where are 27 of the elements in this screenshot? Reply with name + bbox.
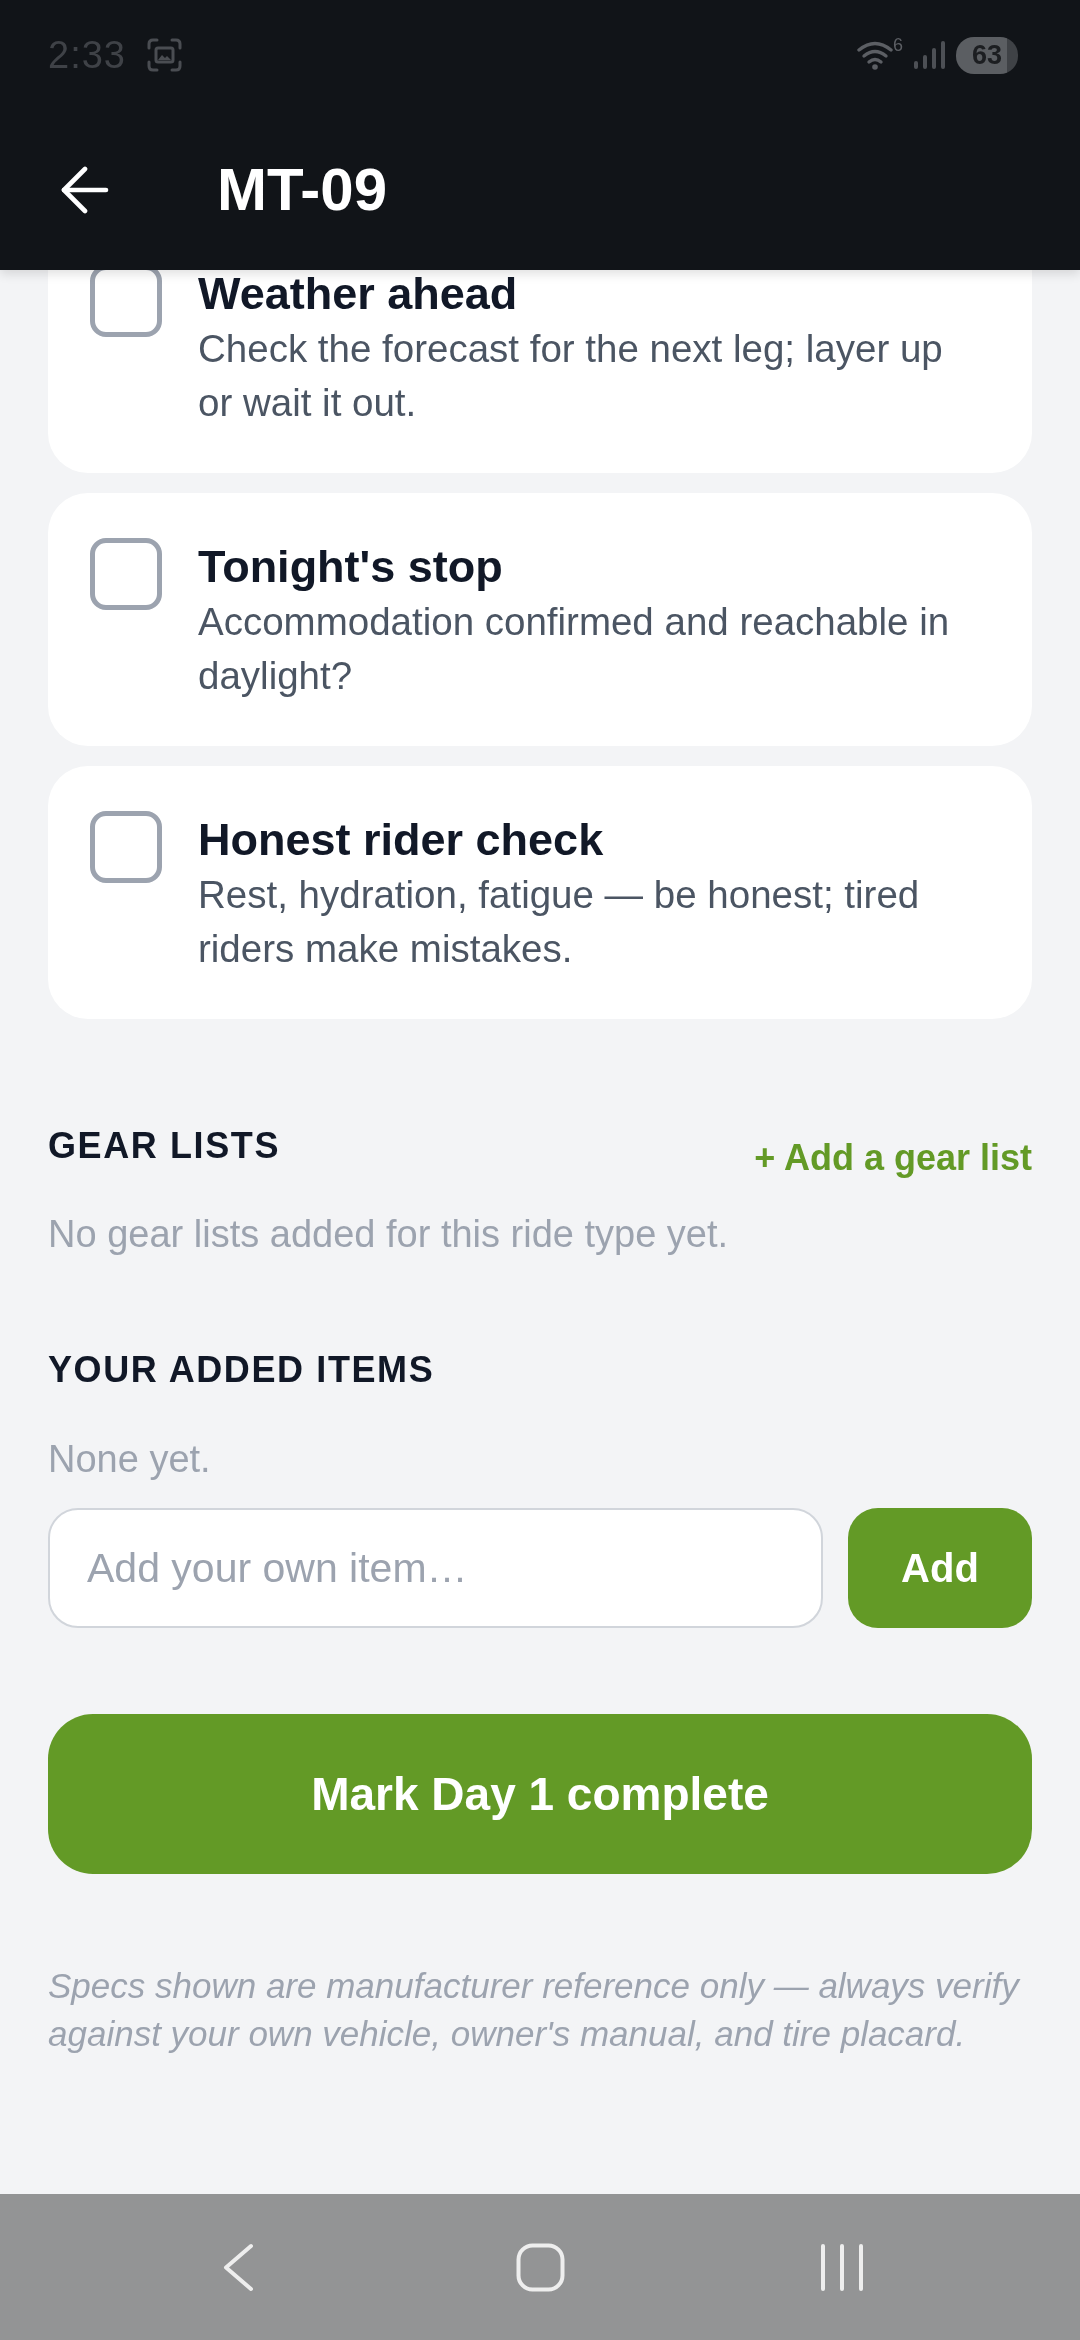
- recent-apps-icon[interactable]: [820, 2242, 864, 2292]
- checklist-title: Weather ahead: [198, 271, 519, 316]
- battery-indicator: 63: [956, 36, 1018, 74]
- empty-state-text: None yet.: [48, 1437, 212, 1482]
- checklist-title: Honest rider check: [198, 817, 605, 862]
- checkbox[interactable]: [90, 538, 162, 610]
- home-icon[interactable]: [515, 2242, 565, 2292]
- checklist-description: Rest, hydration, fatigue — be honest; tired riders make mistakes.: [198, 872, 921, 972]
- complete-day-button[interactable]: Mark Day 1 complete: [48, 1714, 1032, 1874]
- back-icon[interactable]: [61, 166, 109, 214]
- checkbox[interactable]: [90, 270, 162, 337]
- checkbox[interactable]: [90, 811, 162, 883]
- signal-icon: [914, 41, 945, 69]
- wifi-standard-label: 6: [893, 36, 903, 54]
- input-field[interactable]: Add your own item…: [48, 1508, 823, 1628]
- checklist-description: Check the forecast for the next leg; layer up or wait it out.: [198, 326, 944, 426]
- screen-title: MT-09: [217, 160, 388, 220]
- add-button[interactable]: Add: [848, 1508, 1032, 1628]
- empty-state-text: No gear lists added for this ride type yet.: [48, 1212, 730, 1257]
- add-gear-list-link[interactable]: + Add a gear list: [754, 1124, 1032, 1180]
- disclaimer-text: Specs shown are manufacturer reference only — always verify against your own vehicle, owner's manual, and tire placard.: [48, 1965, 1022, 2055]
- section-heading: YOUR ADDED ITEMS: [48, 1348, 436, 1392]
- checklist-description: Accommodation confirmed and reachable in daylight?: [198, 599, 951, 699]
- screenshot-icon: [146, 38, 182, 72]
- section-heading: GEAR LISTS: [48, 1124, 281, 1168]
- checklist-title: Tonight's stop: [198, 544, 504, 589]
- wifi-icon: [857, 40, 893, 70]
